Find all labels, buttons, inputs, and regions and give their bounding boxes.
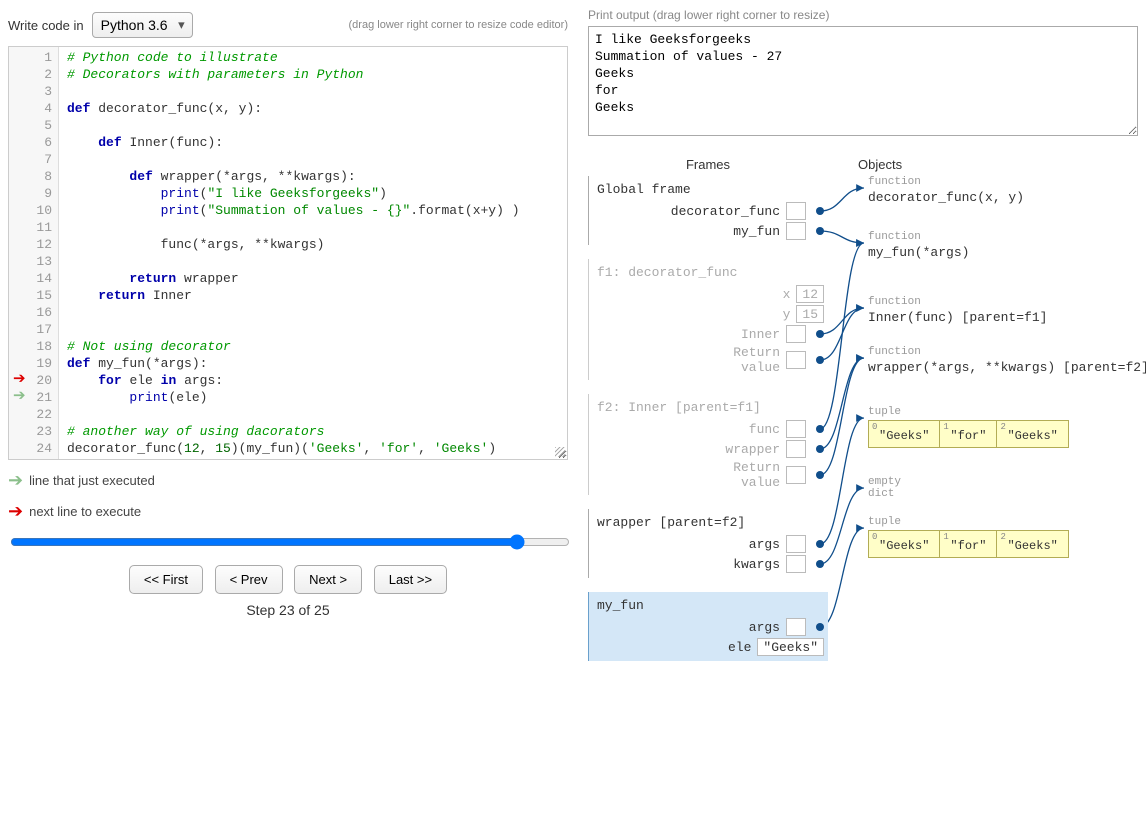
object-1: functionmy_fun(*args) [868,231,969,260]
legend-next: ➔ next line to execute [8,501,568,522]
visualization: Global framedecorator_funcmy_fun f1: deco… [588,176,1138,661]
arrow-right-icon: ➔ [8,470,23,491]
prev-button[interactable]: < Prev [215,565,283,594]
frame-1: f1: decorator_funcx12y15InnerReturn valu… [588,259,828,380]
frame-var: x12 [589,284,828,304]
frame-var: Return value [589,459,828,491]
frame-var: args [589,617,828,637]
step-label: Step 23 of 25 [8,602,568,618]
frame-var: func [589,419,828,439]
frame-2: f2: Inner [parent=f1]funcwrapperReturn v… [588,394,828,495]
frame-var: y15 [589,304,828,324]
frame-var: Return value [589,344,828,376]
object-2: functionInner(func) [parent=f1] [868,296,1047,325]
code-body[interactable]: # Python code to illustrate# Decorators … [59,47,528,459]
object-6: tuple0"Geeks"1"for"2"Geeks" [868,516,1069,558]
write-code-in-label: Write code in [8,18,84,33]
step-slider-wrap [8,532,568,553]
frame-var: Inner [589,324,828,344]
frame-3: wrapper [parent=f2]argskwargs [588,509,828,578]
nav-buttons: << First < Prev Next > Last >> [8,565,568,594]
frame-var: kwargs [589,554,828,574]
object-0: functiondecorator_func(x, y) [868,176,1024,205]
frames-header: Frames [588,157,828,172]
object-4: tuple0"Geeks"1"for"2"Geeks" [868,406,1069,448]
code-editor[interactable]: 12345678910111213141516171819➔20➔2122232… [8,46,568,460]
output-area[interactable] [588,26,1138,136]
frame-var: args [589,534,828,554]
resize-hint: (drag lower right corner to resize code … [349,19,568,31]
object-5: empty dict [868,476,901,502]
resize-handle[interactable] [555,447,565,457]
editor-header: Write code in Python 3.6 (drag lower rig… [8,8,568,46]
frame-var: my_fun [589,221,828,241]
frame-var: ele"Geeks" [589,637,828,657]
frame-0: Global framedecorator_funcmy_fun [588,176,828,245]
next-button[interactable]: Next > [294,565,362,594]
line-gutter: 12345678910111213141516171819➔20➔2122232… [9,47,59,459]
object-3: functionwrapper(*args, **kwargs) [parent… [868,346,1146,375]
output-label: Print output (drag lower right corner to… [588,8,1138,22]
language-select[interactable]: Python 3.6 [92,12,193,38]
arrow-right-icon: ➔ [8,501,23,522]
step-slider[interactable] [10,534,570,550]
objects-header: Objects [828,157,1138,172]
first-button[interactable]: << First [129,565,203,594]
last-button[interactable]: Last >> [374,565,447,594]
legend-executed: ➔ line that just executed [8,470,568,491]
frame-var: wrapper [589,439,828,459]
frame-4: my_funargsele"Geeks" [588,592,828,661]
frame-var: decorator_func [589,201,828,221]
